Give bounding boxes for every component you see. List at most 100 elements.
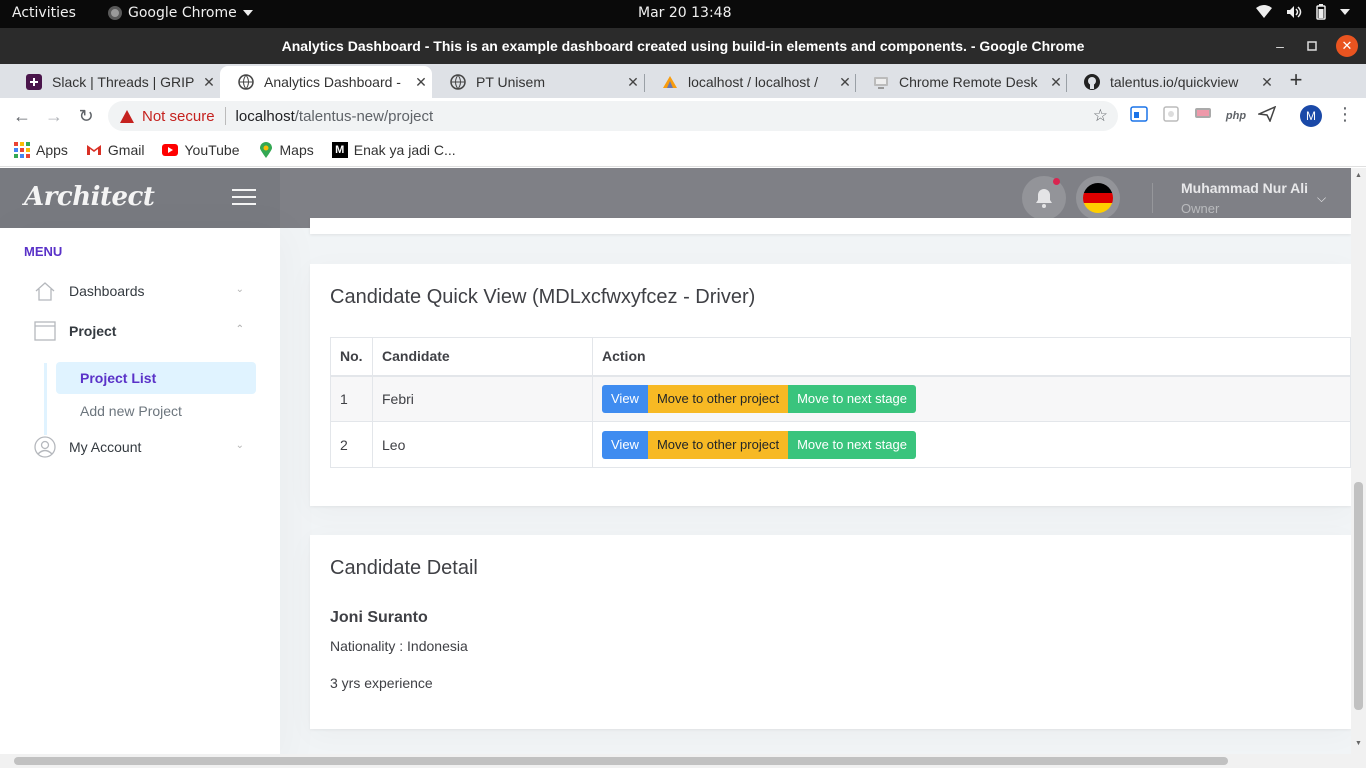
send-paper-plane-icon[interactable]: [1256, 105, 1277, 126]
scrollbar-thumb[interactable]: [1354, 482, 1363, 710]
scroll-up-arrow-icon[interactable]: ▲: [1355, 172, 1362, 179]
tab-title: Chrome Remote Desk: [899, 74, 1038, 90]
user-circle-icon: [34, 436, 56, 458]
tab-title: Slack | Threads | GRIP: [52, 74, 195, 90]
bookmark-gmail[interactable]: Gmail: [86, 142, 145, 158]
close-tab-icon[interactable]: ✕: [1045, 74, 1067, 91]
bookmarks-bar: Apps Gmail YouTube Maps M Enak ya jadi C…: [0, 134, 1366, 167]
sidebar-item-label: Project: [69, 323, 117, 339]
candidate-experience: 3 yrs experience: [330, 675, 433, 691]
minimize-button[interactable]: –: [1270, 28, 1290, 64]
column-header: Action: [592, 337, 1351, 377]
tab-title: talentus.io/quickview: [1110, 74, 1239, 90]
extension-remote-icon[interactable]: [1193, 106, 1213, 126]
sidebar-subitem-add-new-project[interactable]: Add new Project: [56, 395, 256, 427]
extension-window-icon[interactable]: [1129, 106, 1149, 126]
back-arrow-icon[interactable]: ←: [10, 104, 34, 128]
tab-phpmyadmin[interactable]: localhost / localhost / ✕: [644, 66, 856, 98]
subitem-label: Add new Project: [80, 403, 182, 419]
tab-title: Analytics Dashboard -: [264, 74, 401, 90]
address-bar[interactable]: Not secure localhost/talentus-new/projec…: [108, 101, 1118, 131]
maximize-button[interactable]: [1302, 28, 1322, 64]
card-title: Candidate Quick View (MDLxcfwxyfcez - Dr…: [330, 286, 756, 308]
vertical-scrollbar[interactable]: ▲ ▼: [1351, 168, 1366, 754]
sidebar-item-my-account[interactable]: My Account ⌄: [34, 433, 248, 461]
move-to-other-project-button[interactable]: Move to other project: [647, 430, 789, 459]
view-button[interactable]: View: [602, 430, 648, 459]
move-to-next-stage-button[interactable]: Move to next stage: [788, 430, 916, 459]
table-row: 1 Febri View Move to other project Move to…: [330, 375, 1351, 422]
warning-icon: [120, 109, 134, 123]
forward-arrow-icon[interactable]: →: [42, 104, 66, 128]
new-tab-button[interactable]: +: [1285, 69, 1307, 92]
hamburger-menu-icon[interactable]: [232, 189, 256, 205]
close-tab-icon[interactable]: ✕: [198, 74, 220, 91]
column-header: Candidate: [372, 337, 593, 377]
github-icon: [1084, 74, 1100, 90]
sidebar-subitem-project-list[interactable]: Project List: [56, 362, 256, 394]
reload-icon[interactable]: ↻: [74, 104, 98, 128]
apps-grid-icon: [14, 142, 30, 158]
sidebar-item-dashboards[interactable]: Dashboards ⌄: [34, 277, 248, 305]
tab-analytics-dashboard[interactable]: Analytics Dashboard - ✕: [220, 66, 432, 98]
browser-toolbar: ← → ↻ Not secure localhost/talentus-new/…: [0, 98, 1366, 134]
close-tab-icon[interactable]: ✕: [410, 74, 432, 91]
close-tab-icon[interactable]: ✕: [622, 74, 644, 91]
tab-slack[interactable]: Slack | Threads | GRIP ✕: [8, 66, 220, 98]
horizontal-scrollbar[interactable]: [0, 754, 1366, 768]
security-indicator[interactable]: Not secure: [142, 108, 215, 125]
move-to-other-project-button[interactable]: Move to other project: [647, 384, 789, 413]
system-tray[interactable]: [1256, 4, 1350, 20]
app-menu[interactable]: Google Chrome: [108, 5, 253, 21]
bookmark-medium[interactable]: M Enak ya jadi C...: [331, 142, 456, 158]
row-number: 1: [330, 375, 373, 422]
volume-icon: [1287, 6, 1302, 18]
caret-down-icon: [242, 10, 253, 16]
system-top-bar: Activities Google Chrome Mar 20 13:48: [0, 0, 1366, 28]
bookmark-label: Apps: [36, 142, 68, 158]
sidebar-item-label: My Account: [69, 439, 142, 455]
close-tab-icon[interactable]: ✕: [834, 74, 856, 91]
subitem-label: Project List: [80, 370, 157, 386]
candidate-nationality: Nationality : Indonesia: [330, 638, 468, 654]
row-actions: View Move to other project Move to next st…: [592, 421, 1351, 468]
bookmark-label: Gmail: [107, 142, 145, 158]
move-to-next-stage-button[interactable]: Move to next stage: [788, 384, 916, 413]
sidebar-item-project[interactable]: Project ⌃: [34, 317, 248, 345]
candidate-name: Febri: [372, 375, 593, 422]
url-host: localhost: [235, 107, 295, 125]
scroll-down-arrow-icon[interactable]: ▼: [1355, 740, 1362, 747]
bookmark-apps[interactable]: Apps: [14, 142, 68, 158]
globe-icon: [238, 74, 254, 90]
caret-down-icon: [1340, 9, 1350, 15]
submenu-line: [44, 363, 47, 435]
app-logo: Architect: [24, 182, 155, 212]
tab-talentus-github[interactable]: talentus.io/quickview ✕: [1066, 66, 1278, 98]
tab-pt-unisem[interactable]: PT Unisem ✕: [432, 66, 644, 98]
app-menu-label: Google Chrome: [128, 5, 237, 21]
view-button[interactable]: View: [602, 384, 648, 413]
bookmark-maps[interactable]: Maps: [258, 142, 314, 158]
scrollbar-thumb[interactable]: [14, 757, 1228, 765]
clock[interactable]: Mar 20 13:48: [638, 5, 731, 21]
chevron-up-icon: ⌃: [235, 324, 244, 335]
bookmark-youtube[interactable]: YouTube: [162, 142, 240, 158]
bookmark-star-icon[interactable]: ☆: [1093, 106, 1108, 126]
php-extension-icon[interactable]: php: [1224, 106, 1248, 126]
chrome-menu-icon[interactable]: ⋮: [1336, 104, 1354, 125]
activities-button[interactable]: Activities: [12, 5, 76, 21]
medium-icon: M: [331, 142, 348, 158]
browser-window-icon: [34, 320, 56, 342]
extension-grid-icon[interactable]: [1161, 106, 1181, 126]
row-number: 2: [330, 421, 373, 468]
divider: [224, 107, 226, 125]
tab-chrome-remote-desktop[interactable]: Chrome Remote Desk ✕: [855, 66, 1067, 98]
menu-heading: MENU: [24, 244, 63, 259]
sidebar: MENU Dashboards ⌄ Project ⌃ Project List…: [0, 228, 280, 768]
window-title-bar: Analytics Dashboard - This is an example…: [0, 28, 1366, 64]
close-tab-icon[interactable]: ✕: [1256, 74, 1278, 91]
page-viewport: Architect Muhammad Nur Ali Owner ⌵ MENU …: [0, 168, 1366, 768]
profile-avatar[interactable]: M: [1300, 105, 1322, 127]
phpmyadmin-icon: [662, 74, 678, 90]
close-window-button[interactable]: ✕: [1336, 35, 1358, 57]
